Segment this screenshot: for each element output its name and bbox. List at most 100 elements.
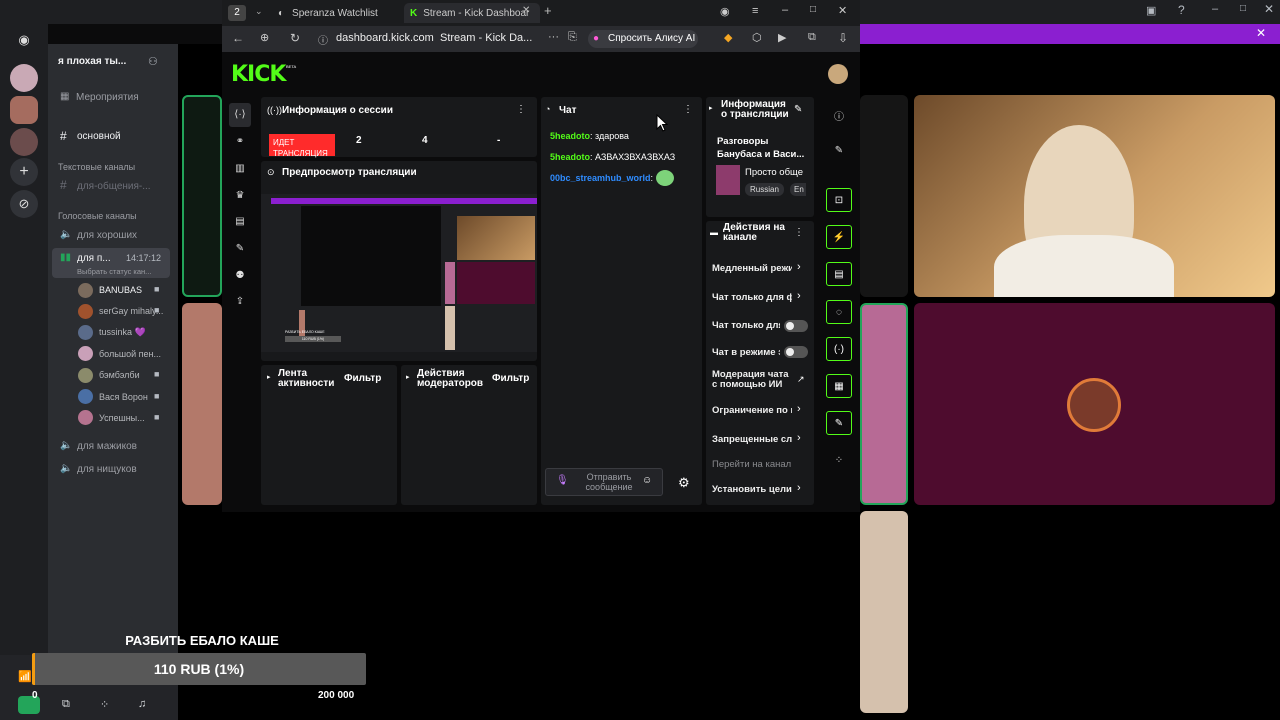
minimize-icon[interactable]: – (782, 4, 788, 16)
tag-chip[interactable]: Russian (745, 183, 784, 196)
drag-handle-icon[interactable]: ▸ (406, 373, 410, 381)
user-avatar[interactable] (828, 64, 848, 84)
text-category[interactable]: Текстовые каналы (58, 162, 135, 172)
site-info-icon[interactable]: ⓘ (318, 32, 328, 47)
close-window-icon[interactable]: ✕ (838, 4, 847, 17)
emote-mode-toggle[interactable] (784, 346, 808, 358)
video-tile[interactable] (860, 511, 908, 713)
kebab-menu-icon[interactable]: ⋮ (683, 104, 693, 115)
invite-icon[interactable]: ⚇ (148, 55, 158, 68)
tag-chip[interactable]: En (790, 183, 806, 196)
back-icon[interactable]: ← (232, 31, 244, 45)
ask-alice-button[interactable]: ● Спросить Алису AI (588, 30, 698, 48)
discord-home-icon[interactable]: ◉ (10, 26, 38, 54)
video-tile[interactable] (182, 303, 222, 505)
voice-user[interactable]: tussinka 💜 (78, 324, 146, 342)
stream-preview[interactable]: РАЗБИТЬ ЕБАЛО КАШЕ 110 RUB (1%) (261, 194, 537, 352)
server-avatar[interactable] (10, 64, 38, 92)
chat-message[interactable]: 5headoto: здарова (550, 131, 629, 141)
signal-icon[interactable]: 📶 (18, 670, 32, 683)
voice-channel-1[interactable]: для хороших (77, 230, 137, 241)
action-go-to-channel[interactable]: Перейти на канал (712, 459, 808, 470)
chat-username[interactable]: 5headoto (550, 152, 590, 162)
new-tab-icon[interactable]: + (544, 3, 552, 18)
avatar-tile[interactable] (914, 303, 1275, 505)
microphone-icon[interactable]: 🎙 (556, 475, 569, 486)
external-link-icon[interactable]: ↗ (797, 374, 805, 385)
close-notice-icon[interactable]: ✕ (1256, 26, 1266, 40)
action-banned-words[interactable]: Запрещенные слова (712, 434, 792, 445)
emoji-icon[interactable]: ☺ (642, 475, 652, 486)
webcam-tile[interactable] (914, 95, 1275, 297)
video-tile[interactable] (860, 95, 908, 297)
tab-count[interactable]: 2 (228, 5, 246, 21)
chevron-right-icon[interactable]: › (797, 482, 801, 494)
extension-icon[interactable]: ◆ (724, 31, 732, 44)
voice-user[interactable]: большой пен... (78, 345, 161, 363)
bookmark-icon[interactable]: ⎘ (568, 31, 577, 44)
tool-screen-button[interactable]: ⊡ (826, 188, 852, 212)
pencil-icon[interactable]: ✎ (829, 145, 849, 156)
chat-settings-icon[interactable]: ⚙ (678, 475, 690, 491)
chevron-right-icon[interactable]: › (797, 290, 801, 302)
minimize-icon[interactable]: – (1212, 3, 1218, 15)
address-bar[interactable]: dashboard.kick.com (336, 32, 434, 44)
tool-wrench-button[interactable]: ✎ (826, 411, 852, 435)
video-tile[interactable] (182, 95, 222, 297)
close-tab-icon[interactable]: ✕ (522, 5, 530, 16)
tab-watchlist[interactable]: ◐ Speranza Watchlist (278, 3, 398, 23)
voice-user[interactable]: serGay mihaly... (78, 302, 163, 320)
kebab-menu-icon[interactable]: ⋮ (794, 227, 804, 238)
nav-link-icon[interactable]: ⚭ (230, 136, 250, 147)
voice-user[interactable]: BANUBAS (78, 281, 142, 299)
voice-channel-2[interactable]: для п... (77, 253, 111, 264)
subscribers-only-toggle[interactable] (784, 320, 808, 332)
soundboard-icon[interactable]: ♫ (138, 698, 146, 710)
discover-icon[interactable]: ⊘ (10, 190, 38, 218)
action-timeout[interactable]: Ограничение по времени (712, 405, 792, 416)
channel-main[interactable]: основной (77, 131, 121, 142)
chevron-right-icon[interactable]: › (797, 261, 801, 273)
action-set-goals[interactable]: Установить цели (712, 484, 792, 495)
chevron-right-icon[interactable]: › (797, 432, 801, 444)
action-followers-only[interactable]: Чат только для фолловеров (712, 292, 792, 303)
tool-broadcast-button[interactable]: (·) (826, 337, 852, 361)
voice-user[interactable]: бэмбэлби (78, 366, 140, 384)
more-icon[interactable]: ··· (548, 31, 559, 43)
inbox-icon[interactable]: ▣ (1146, 4, 1156, 17)
status-prompt[interactable]: Выбрать статус кан... (77, 267, 151, 276)
chevron-right-icon[interactable]: › (797, 403, 801, 415)
kebab-menu-icon[interactable]: ⋮ (516, 104, 526, 115)
tool-chat-button[interactable]: ◌ (826, 300, 852, 324)
tool-document-button[interactable]: ▤ (826, 262, 852, 286)
nav-media-icon[interactable]: ▤ (230, 216, 250, 227)
action-slow-mode[interactable]: Медленный режим (712, 263, 792, 274)
nav-trophy-icon[interactable]: ♛ (230, 190, 250, 201)
nav-wrench-icon[interactable]: ✎ (230, 243, 250, 254)
nav-users-icon[interactable]: ⚉ (230, 270, 250, 281)
nav-upload-icon[interactable]: ⇪ (230, 296, 250, 307)
extension-icon[interactable]: ⧉ (808, 31, 816, 44)
edit-icon[interactable]: ✎ (794, 104, 802, 115)
voice-category[interactable]: Голосовые каналы (58, 211, 137, 221)
chat-message[interactable]: 00bc_streamhub_world: (550, 173, 653, 183)
action-emote-mode[interactable]: Чат в режиме эмодзи (712, 347, 780, 358)
voice-user[interactable]: Успешны... (78, 409, 145, 427)
activity-filter[interactable]: Фильтр (344, 373, 381, 384)
video-tile[interactable] (860, 303, 908, 505)
voice-channel-3[interactable]: для мажиков (77, 441, 137, 452)
maximize-icon[interactable]: □ (1240, 3, 1246, 14)
tool-layout-button[interactable]: ▦ (826, 374, 852, 398)
chat-username[interactable]: 5headoto (550, 131, 590, 141)
activities-icon[interactable]: ⁘ (100, 698, 109, 711)
chevron-down-icon[interactable]: ⌄ (255, 6, 263, 17)
extension-icon[interactable]: ▶ (778, 31, 786, 44)
server-avatar[interactable] (10, 128, 38, 156)
share-icon[interactable]: ⁘ (829, 455, 849, 466)
help-icon[interactable]: ? (1178, 3, 1185, 17)
text-channel[interactable]: для-общения-... (77, 181, 157, 192)
chat-username[interactable]: 00bc_streamhub_world (550, 173, 651, 183)
screen-share-icon[interactable]: ⧉ (62, 698, 70, 711)
shield-icon[interactable]: ⊕ (260, 31, 269, 44)
maximize-icon[interactable]: □ (810, 4, 816, 15)
